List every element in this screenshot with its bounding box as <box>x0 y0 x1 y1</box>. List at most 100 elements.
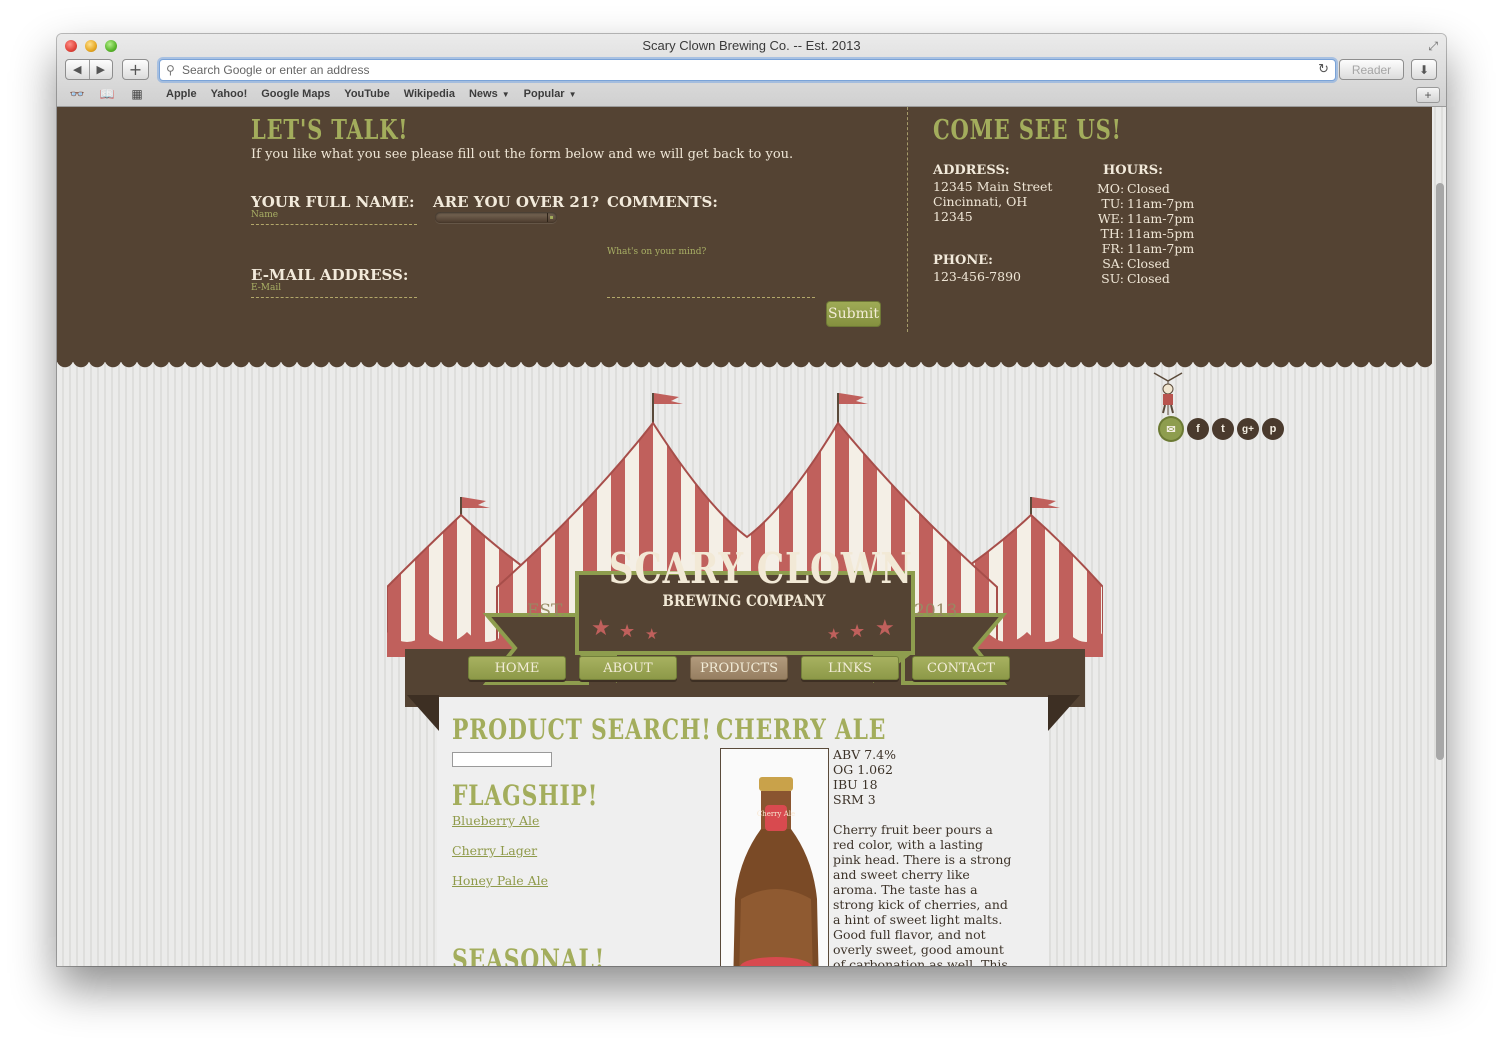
forward-icon[interactable]: ▶ <box>89 63 112 76</box>
nav-links[interactable]: LINKS <box>801 656 899 680</box>
bookmarks-bar: 👓 📖 ▦ Apple Yahoo! Google Maps YouTube W… <box>57 84 1446 104</box>
bookmark-popular[interactable]: Popular ▼ <box>524 88 577 100</box>
product-link-blueberry-ale[interactable]: Blueberry Ale <box>452 813 539 828</box>
hours-day: SU: <box>1101 271 1124 286</box>
svg-text:★: ★ <box>591 616 611 641</box>
svg-text:★: ★ <box>875 616 895 641</box>
contact-intro: If you like what you see please fill out… <box>251 147 794 162</box>
submit-button[interactable]: Submit <box>826 301 881 327</box>
product-search-input[interactable] <box>452 752 552 767</box>
mail-icon[interactable]: ✉ <box>1160 418 1182 440</box>
hours-day: TH: <box>1100 226 1124 241</box>
slider-handle-icon[interactable]: ▪ <box>547 213 555 222</box>
hours-row: SU: Closed <box>1097 271 1194 286</box>
beer-bottle-icon: Cherry Ale <box>733 777 819 966</box>
hours-row: WE: 11am-7pm <box>1097 211 1194 226</box>
product-link-cherry-lager[interactable]: Cherry Lager <box>452 843 537 858</box>
hours-day: FR: <box>1101 241 1124 256</box>
product-image: Cherry Ale <box>720 748 829 966</box>
twitter-icon[interactable]: t <box>1212 418 1234 440</box>
reading-list-icon[interactable]: 👓 <box>62 87 92 101</box>
flagship-heading: FLAGSHIP! <box>452 779 599 812</box>
product-search-heading: PRODUCT SEARCH! <box>452 713 712 746</box>
bookmark-popular-label: Popular <box>523 88 565 100</box>
name-field[interactable] <box>251 205 417 225</box>
logo-subtitle: BREWING COMPANY <box>662 591 826 610</box>
address-line: 12345 <box>933 209 973 224</box>
bookmark-wikipedia[interactable]: Wikipedia <box>404 88 455 100</box>
ribbon-fold <box>407 695 439 731</box>
search-icon: ⚲ <box>166 63 175 77</box>
address-block: 12345 Main Street Cincinnati, OH 12345 <box>933 179 1052 224</box>
facebook-icon[interactable]: f <box>1187 418 1209 440</box>
stat-ibu: IBU 18 <box>833 777 878 792</box>
product-description: Cherry fruit beer pours a red color, wit… <box>833 822 1012 966</box>
new-tab-button[interactable]: + <box>122 59 149 80</box>
hours-row: MO: Closed <box>1097 181 1194 196</box>
hours-time: 11am-7pm <box>1127 196 1195 211</box>
hanging-clown-icon[interactable] <box>1148 367 1188 419</box>
bookmark-news[interactable]: News ▼ <box>469 88 510 100</box>
browser-window: Scary Clown Brewing Co. -- Est. 2013 ⤢ ◀… <box>57 34 1446 966</box>
page-viewport: LET'S TALK! If you like what you see ple… <box>57 107 1446 966</box>
add-bookmark-button[interactable]: + <box>1416 87 1440 103</box>
nav-products[interactable]: PRODUCTS <box>690 656 788 680</box>
featured-product-title: CHERRY ALE <box>716 713 887 746</box>
top-sites-grid-icon[interactable]: ▦ <box>122 87 152 101</box>
come-see-us-heading: COME SEE US! <box>933 115 1122 146</box>
reload-icon[interactable]: ↻ <box>1318 62 1329 77</box>
hours-time: Closed <box>1127 256 1170 271</box>
reader-button[interactable]: Reader <box>1339 59 1404 80</box>
divider <box>907 107 908 332</box>
hours-time: 11am-7pm <box>1127 211 1195 226</box>
address-input[interactable] <box>182 62 1302 78</box>
hours-time: 11am-7pm <box>1127 241 1195 256</box>
address-bar[interactable]: ⚲ ↻ <box>159 59 1336 81</box>
pinterest-icon[interactable]: p <box>1262 418 1284 440</box>
phone-number: 123-456-7890 <box>933 269 1021 284</box>
hours-row: SA: Closed <box>1097 256 1194 271</box>
logo-title: SCARY CLOWN <box>608 544 913 593</box>
bookmark-yahoo[interactable]: Yahoo! <box>211 88 248 100</box>
seasonal-heading: SEASONAL! <box>452 943 606 966</box>
bookmark-youtube[interactable]: YouTube <box>344 88 389 100</box>
logo-est: EST. <box>527 601 566 621</box>
product-link-honey-pale-ale[interactable]: Honey Pale Ale <box>452 873 548 888</box>
nav-home[interactable]: HOME <box>468 656 566 680</box>
address-line: 12345 Main Street <box>933 179 1053 194</box>
chevron-down-icon: ▼ <box>501 90 510 99</box>
window-title: Scary Clown Brewing Co. -- Est. 2013 <box>642 38 861 53</box>
back-icon[interactable]: ◀ <box>66 63 89 76</box>
svg-text:★: ★ <box>849 621 865 642</box>
age-slider[interactable]: ▪ <box>435 212 557 223</box>
flag-icon <box>460 393 1060 519</box>
downloads-button[interactable]: ⬇ <box>1411 59 1437 80</box>
bookmark-apple[interactable]: Apple <box>166 88 197 100</box>
vertical-scrollbar[interactable] <box>1436 183 1444 760</box>
hours-row: TU: 11am-7pm <box>1097 196 1194 211</box>
address-label: ADDRESS: <box>933 163 1010 178</box>
bookmarks-book-icon[interactable]: 📖 <box>92 87 122 101</box>
hours-row: TH: 11am-5pm <box>1097 226 1195 241</box>
download-icon: ⬇ <box>1418 62 1430 77</box>
svg-text:★: ★ <box>645 625 658 643</box>
nav-contact[interactable]: CONTACT <box>912 656 1010 680</box>
email-field[interactable] <box>251 278 417 298</box>
hours-time: Closed <box>1127 271 1170 286</box>
back-forward-group: ◀ ▶ <box>65 59 113 80</box>
hours-day: TU: <box>1101 196 1124 211</box>
browser-chrome: Scary Clown Brewing Co. -- Est. 2013 ⤢ ◀… <box>57 34 1446 107</box>
svg-text:★: ★ <box>827 625 840 643</box>
google-plus-icon[interactable]: g+ <box>1237 418 1259 440</box>
nav-about[interactable]: ABOUT <box>579 656 677 680</box>
fullscreen-icon[interactable]: ⤢ <box>1428 39 1438 54</box>
age-label: ARE YOU OVER 21? <box>433 193 600 211</box>
hours-day: SA: <box>1102 256 1124 271</box>
logo-year: 2013 <box>914 601 958 621</box>
chevron-down-icon: ▼ <box>568 90 577 99</box>
bookmark-google-maps[interactable]: Google Maps <box>261 88 330 100</box>
scalloped-edge <box>57 359 1432 373</box>
stat-og: OG 1.062 <box>833 762 893 777</box>
comments-field[interactable] <box>607 207 815 298</box>
hours-label: HOURS: <box>1103 163 1163 178</box>
